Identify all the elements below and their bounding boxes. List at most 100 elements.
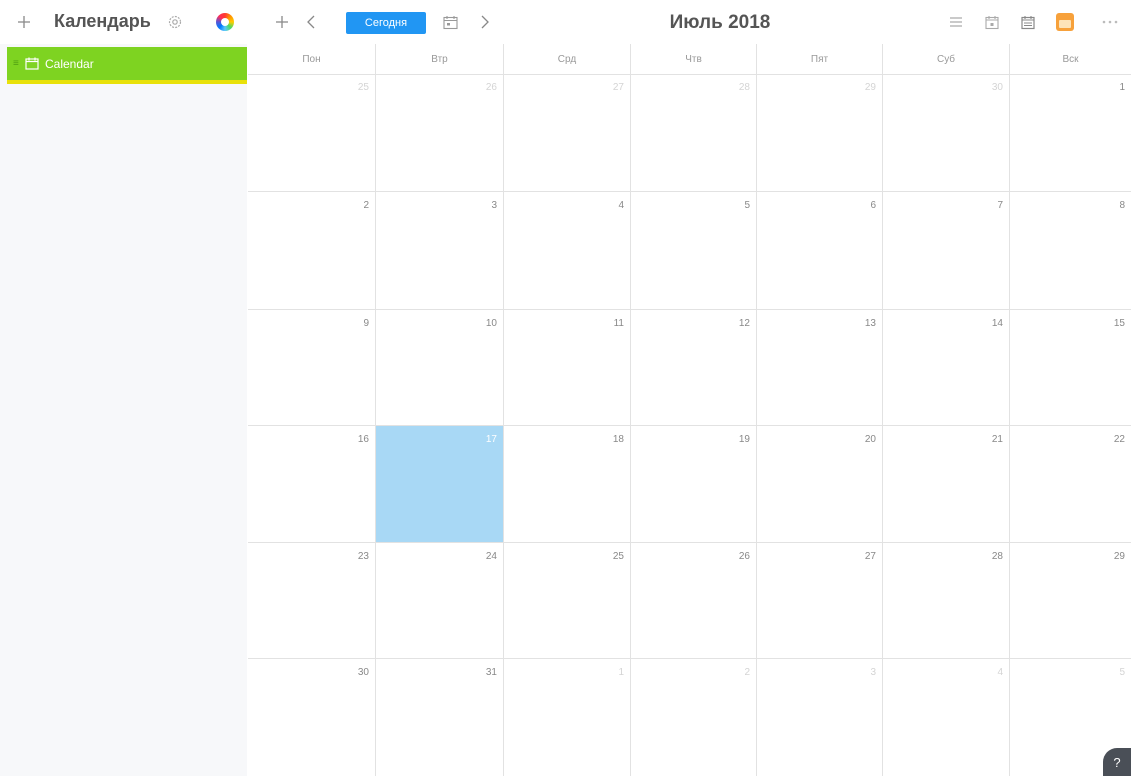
- day-cell[interactable]: 18: [504, 426, 631, 542]
- day-cell[interactable]: 20: [757, 426, 883, 542]
- day-cell[interactable]: 19: [631, 426, 757, 542]
- day-cell[interactable]: 1: [504, 659, 631, 776]
- day-number: 16: [357, 434, 369, 445]
- plus-icon: [18, 16, 30, 28]
- month-grid: Пон Втр Срд Чтв Пят Суб Вск 25 26 27 28 29 30 1 2 3 4 5 6…: [248, 44, 1131, 776]
- day-cell[interactable]: 21: [883, 426, 1010, 542]
- day-number: 6: [870, 200, 876, 211]
- date-picker-button[interactable]: [440, 8, 460, 36]
- day-number: 11: [613, 318, 624, 329]
- day-cell[interactable]: 14: [883, 310, 1010, 425]
- day-view-button[interactable]: [983, 8, 1001, 36]
- day-cell[interactable]: 13: [757, 310, 883, 425]
- day-cell[interactable]: 5: [631, 192, 757, 309]
- list-icon: [950, 17, 962, 27]
- day-cell[interactable]: 31: [376, 659, 504, 776]
- day-cell[interactable]: 7: [883, 192, 1010, 309]
- day-number: 27: [612, 82, 624, 93]
- day-number: 13: [864, 318, 876, 329]
- day-cell[interactable]: 10: [376, 310, 504, 425]
- week-row: 23 24 25 26 27 28 29: [248, 543, 1131, 659]
- today-button[interactable]: Сегодня: [346, 12, 426, 34]
- day-number: 29: [864, 82, 876, 93]
- day-cell[interactable]: 30: [248, 659, 376, 776]
- day-cell[interactable]: 22: [1010, 426, 1131, 542]
- day-cell[interactable]: 28: [631, 74, 757, 191]
- app-title: Календарь: [54, 11, 151, 31]
- day-cell[interactable]: 3: [757, 659, 883, 776]
- more-button[interactable]: [1100, 8, 1120, 36]
- day-cell[interactable]: 26: [376, 74, 504, 191]
- day-cell[interactable]: 2: [248, 192, 376, 309]
- day-number: 3: [491, 200, 497, 211]
- day-number: 12: [738, 318, 750, 329]
- list-view-button[interactable]: [947, 8, 965, 36]
- day-cell[interactable]: 30: [883, 74, 1010, 191]
- day-cell[interactable]: 9: [248, 310, 376, 425]
- weekday-label: Суб: [883, 44, 1010, 74]
- day-number: 26: [738, 551, 750, 562]
- day-number: 23: [357, 551, 369, 562]
- help-button[interactable]: ?: [1103, 748, 1131, 776]
- day-number: 10: [485, 318, 497, 329]
- orange-calendar-icon: [1056, 13, 1074, 31]
- sidebar-item-calendar[interactable]: ≡ Calendar: [7, 47, 247, 84]
- color-picker-button[interactable]: [214, 8, 236, 36]
- day-number: 18: [612, 434, 624, 445]
- week-row: 16 17 18 19 20 21 22: [248, 426, 1131, 543]
- day-cell[interactable]: 11: [504, 310, 631, 425]
- day-cell[interactable]: 1: [1010, 74, 1131, 191]
- add-event-button[interactable]: [272, 8, 292, 36]
- weekday-label: Вск: [1062, 53, 1079, 65]
- day-cell[interactable]: 29: [757, 74, 883, 191]
- month-title: Июль 2018: [669, 12, 771, 33]
- day-number: 20: [864, 434, 876, 445]
- next-month-button[interactable]: [476, 8, 494, 36]
- day-cell[interactable]: 3: [376, 192, 504, 309]
- day-cell[interactable]: 6: [757, 192, 883, 309]
- day-cell[interactable]: 2: [631, 659, 757, 776]
- day-cell[interactable]: 16: [248, 426, 376, 542]
- weekday-label: Срд: [504, 44, 631, 74]
- special-calendar-button[interactable]: [1054, 8, 1076, 36]
- chevron-right-icon: [481, 15, 489, 29]
- drag-handle-icon[interactable]: ≡: [13, 58, 25, 69]
- day-number: 26: [485, 82, 497, 93]
- day-cell[interactable]: 12: [631, 310, 757, 425]
- sidebar-item-label: Calendar: [45, 56, 94, 71]
- day-cell[interactable]: 28: [883, 543, 1010, 658]
- top-toolbar: Календарь Сегодня Июль 2018: [0, 0, 1131, 44]
- day-cell[interactable]: 27: [757, 543, 883, 658]
- day-cell[interactable]: 8: [1010, 192, 1131, 309]
- color-wheel-icon: [216, 13, 234, 31]
- week-row: 9 10 11 12 13 14 15: [248, 310, 1131, 426]
- add-calendar-button[interactable]: [14, 8, 34, 36]
- day-cell[interactable]: 23: [248, 543, 376, 658]
- settings-button[interactable]: [165, 8, 185, 36]
- gear-icon: [168, 15, 182, 29]
- day-number: 30: [357, 667, 369, 678]
- day-cell[interactable]: 4: [883, 659, 1010, 776]
- day-number: 2: [744, 667, 750, 678]
- day-cell[interactable]: 25: [504, 543, 631, 658]
- day-number: 2: [363, 200, 369, 211]
- day-cell[interactable]: 4: [504, 192, 631, 309]
- day-cell[interactable]: 29: [1010, 543, 1131, 658]
- day-number: 25: [357, 82, 369, 93]
- day-number: 5: [744, 200, 750, 211]
- day-cell[interactable]: 24: [376, 543, 504, 658]
- day-number: 22: [1113, 434, 1125, 445]
- day-cell[interactable]: 15: [1010, 310, 1131, 425]
- prev-month-button[interactable]: [302, 8, 320, 36]
- day-number: 9: [363, 318, 369, 329]
- day-cell-today[interactable]: 17: [376, 426, 504, 542]
- day-number: 15: [1113, 318, 1125, 329]
- day-cell[interactable]: 27: [504, 74, 631, 191]
- day-number: 8: [1119, 200, 1125, 211]
- day-number: 31: [485, 667, 497, 678]
- month-view-button[interactable]: [1019, 8, 1037, 36]
- plus-icon: [276, 16, 288, 28]
- day-cell[interactable]: 26: [631, 543, 757, 658]
- day-cell[interactable]: 25: [248, 74, 376, 191]
- chevron-left-icon: [307, 15, 315, 29]
